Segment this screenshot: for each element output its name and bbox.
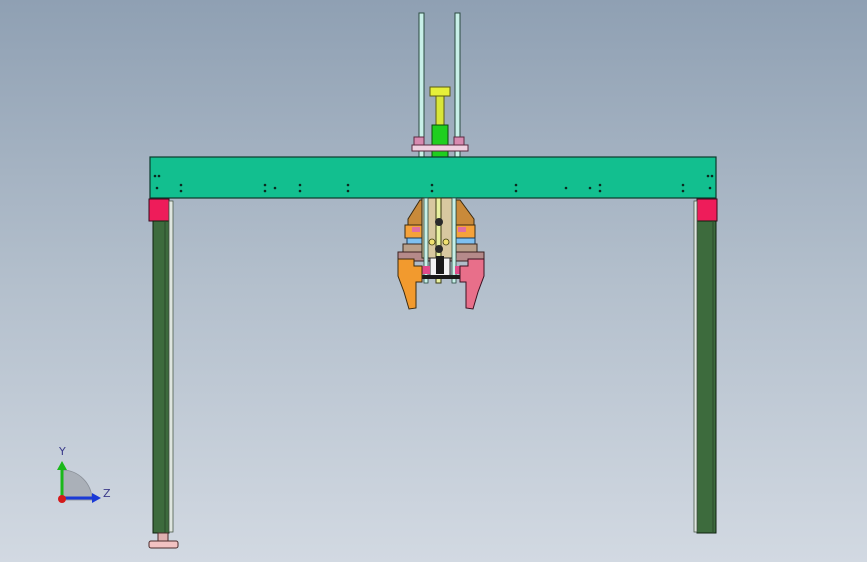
triad-origin — [58, 495, 66, 503]
cylinder-piston-rod — [435, 95, 445, 127]
gripper-jaw-right — [459, 258, 485, 310]
leg-left-edge — [168, 200, 174, 533]
leg-left — [152, 220, 170, 534]
triad-y-label: Y — [58, 445, 66, 458]
coordinate-triad: Y Z — [57, 445, 111, 503]
crossbeam — [149, 156, 717, 199]
air-cylinder — [431, 124, 449, 158]
leveling-foot-stem — [157, 532, 169, 542]
top-mount-plate — [411, 144, 469, 152]
cylinder-cap — [429, 86, 451, 97]
leg-right-edge — [693, 200, 698, 533]
gripper-assembly — [397, 197, 485, 310]
cad-graphics-viewport[interactable]: Y Z — [0, 0, 867, 562]
assembly-model[interactable]: Y Z — [0, 0, 867, 562]
gripper-jaw-left — [397, 258, 423, 310]
corner-bracket-left — [148, 198, 170, 222]
guide-rod-right — [454, 12, 461, 159]
corner-bracket-right — [696, 198, 718, 222]
rod-collar-left — [413, 136, 425, 146]
triad-y-arrow-icon — [57, 461, 67, 470]
guide-rod-left — [418, 12, 425, 159]
triad-z-label: Z — [103, 487, 111, 500]
leveling-foot-pad — [148, 540, 179, 549]
triad-z-arrow-icon — [92, 493, 101, 503]
rod-collar-right — [453, 136, 465, 146]
